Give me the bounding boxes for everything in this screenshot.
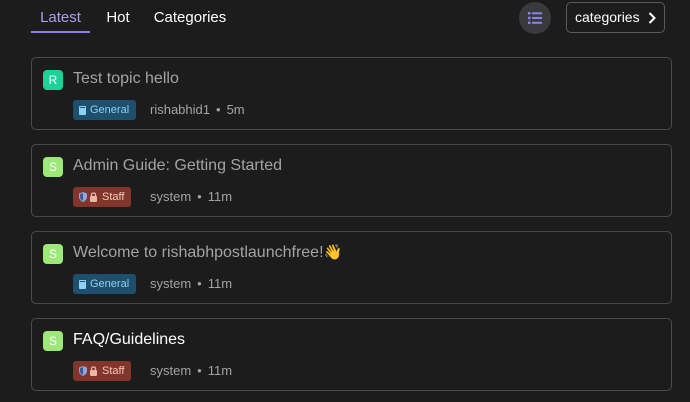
category-label: Staff: [102, 365, 125, 377]
category-badge-staff[interactable]: Staff: [73, 187, 132, 207]
tab-latest[interactable]: Latest: [31, 0, 90, 33]
list-icon: [528, 12, 542, 24]
avatar[interactable]: S: [43, 244, 63, 264]
topic-title[interactable]: Admin Guide: Getting Started: [73, 155, 282, 177]
author-name[interactable]: rishabhid1: [150, 102, 210, 117]
topic-title[interactable]: Test topic hello: [73, 68, 179, 90]
category-book-icon: [79, 279, 86, 289]
avatar[interactable]: S: [43, 157, 63, 177]
author-name[interactable]: system: [150, 189, 191, 204]
topic-card[interactable]: S Welcome to rishabhpostlaunchfree!👋 Gen…: [31, 231, 672, 304]
category-label: Staff: [102, 191, 125, 203]
top-nav: Latest Hot Categories categories: [0, 0, 690, 40]
tab-categories[interactable]: Categories: [146, 0, 234, 33]
meta-separator: •: [216, 102, 221, 117]
author-name[interactable]: system: [150, 276, 191, 291]
topic-meta: rishabhid1 • 5m: [150, 100, 245, 120]
avatar[interactable]: S: [43, 331, 63, 351]
list-view-button[interactable]: [519, 2, 551, 34]
topic-meta: system • 11m: [150, 274, 232, 294]
meta-separator: •: [197, 189, 202, 204]
waving-hand-emoji: 👋: [323, 244, 343, 261]
category-label: General: [90, 278, 130, 290]
topic-meta: system • 11m: [150, 187, 232, 207]
categories-button-label: categories: [575, 9, 640, 25]
category-label: General: [90, 104, 130, 116]
meta-separator: •: [197, 363, 202, 378]
topic-card[interactable]: S Admin Guide: Getting Started Staff sys…: [31, 144, 672, 217]
topic-title[interactable]: Welcome to rishabhpostlaunchfree!👋: [73, 242, 342, 264]
category-badge-general[interactable]: General: [73, 100, 137, 120]
categories-dropdown-button[interactable]: categories: [566, 2, 665, 33]
category-book-icon: [79, 105, 86, 115]
topic-title[interactable]: FAQ/Guidelines: [73, 329, 185, 351]
author-name[interactable]: system: [150, 363, 191, 378]
category-badge-general[interactable]: General: [73, 274, 137, 294]
topic-time: 5m: [226, 102, 245, 117]
category-badge-staff[interactable]: Staff: [73, 361, 132, 381]
topic-time: 11m: [207, 276, 233, 291]
avatar[interactable]: R: [43, 70, 63, 90]
topic-time: 11m: [207, 363, 233, 378]
tab-hot[interactable]: Hot: [99, 0, 137, 33]
chevron-right-icon: [648, 12, 656, 24]
topic-meta: system • 11m: [150, 361, 232, 381]
shield-lock-icon: [79, 366, 97, 376]
topic-time: 11m: [207, 189, 233, 204]
shield-lock-icon: [79, 192, 97, 202]
topic-card[interactable]: R Test topic hello General rishabhid1 • 5m: [31, 57, 672, 130]
meta-separator: •: [197, 276, 202, 291]
topic-card[interactable]: S FAQ/Guidelines Staff system • 11m: [31, 318, 672, 391]
topic-title-text: Welcome to rishabhpostlaunchfree!: [73, 244, 324, 261]
